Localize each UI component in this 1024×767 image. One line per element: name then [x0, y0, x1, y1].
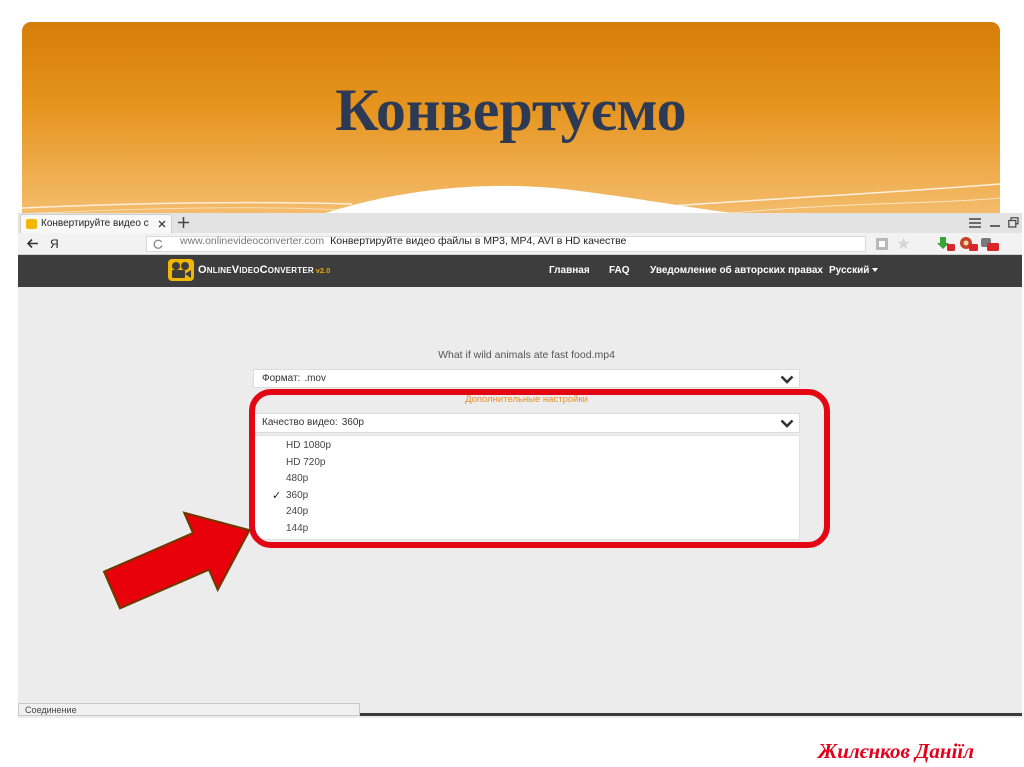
url-text: www.onlinevideoconverter.com Конвертируйт… [180, 235, 626, 247]
format-label-row: Формат: .mov [262, 373, 326, 385]
bookmark-star-icon[interactable] [897, 237, 910, 250]
nav-home[interactable]: Главная [549, 265, 590, 277]
url-domain: www.onlinevideoconverter.com [180, 235, 325, 247]
format-select[interactable]: Формат: .mov [253, 369, 800, 388]
site-navbar: OnlineVideoConverter v2.0 Главная FAQ Уве… [18, 255, 1022, 287]
notifications-extension-icon[interactable] [980, 236, 1000, 252]
restore-icon[interactable] [1008, 217, 1019, 228]
highlight-frame [249, 389, 830, 548]
tab-bar: Конвертируйте видео с [18, 213, 1022, 233]
status-divider [360, 713, 1022, 716]
file-name: What if wild animals ate fast food.mp4 [438, 349, 615, 361]
site-logo[interactable]: OnlineVideoConverter v2.0 [198, 263, 330, 279]
video-favicon-icon [26, 219, 37, 229]
format-label: Формат: [262, 373, 301, 384]
plus-icon[interactable] [178, 217, 189, 228]
caret-down-icon [872, 268, 879, 273]
url-page-title: Конвертируйте видео файлы в MP3, MP4, AV… [330, 235, 627, 247]
yandex-button[interactable]: Я [50, 237, 59, 251]
nav-language-select[interactable]: Русский [829, 265, 879, 277]
browser-toolbar: Я www.onlinevideoconverter.com Конвертиру… [18, 233, 1022, 255]
tab-title: Конвертируйте видео с [41, 218, 149, 229]
minimize-icon[interactable] [989, 218, 1001, 228]
chevron-down-icon [780, 375, 794, 384]
slide-title: Конвертуємо [335, 77, 687, 143]
slide-header: Конвертуємо [22, 22, 1000, 214]
status-text: Соединение [25, 705, 77, 715]
status-bar: Соединение [18, 703, 360, 716]
browser-tab[interactable]: Конвертируйте видео с [20, 214, 172, 233]
reader-mode-icon[interactable] [876, 238, 888, 250]
film-camera-icon[interactable] [168, 259, 194, 281]
download-extension-icon[interactable] [936, 236, 956, 252]
logo-version: v2.0 [315, 268, 331, 275]
menu-icon[interactable] [969, 218, 981, 228]
nav-copyright-notice[interactable]: Уведомление об авторских правах [650, 265, 823, 277]
red-arrow-icon [102, 511, 252, 610]
nav-faq[interactable]: FAQ [609, 265, 630, 277]
format-value: .mov [304, 373, 326, 384]
reload-icon[interactable] [153, 239, 164, 250]
close-icon[interactable] [158, 220, 166, 228]
logo-name: OnlineVideoConverter [198, 264, 314, 276]
back-arrow-icon[interactable] [26, 238, 39, 249]
security-extension-icon[interactable] [959, 236, 979, 252]
author-name: Жилєнков Даніїл [818, 739, 975, 763]
language-label: Русский [829, 265, 870, 276]
